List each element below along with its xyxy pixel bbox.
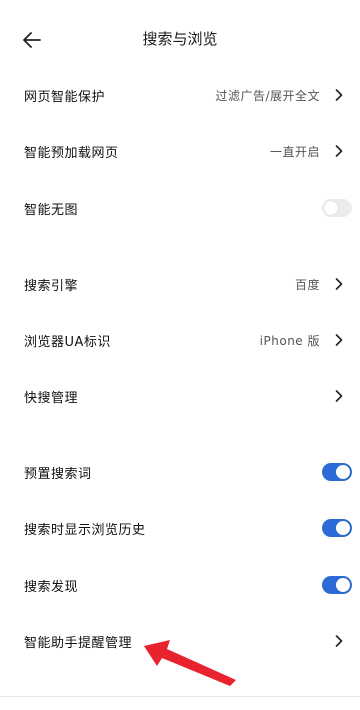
row-no-image: 智能无图	[0, 180, 360, 236]
toggle-knob	[336, 465, 350, 479]
chevron-right-icon	[332, 277, 346, 291]
divider	[0, 696, 360, 697]
row-value: 一直开启	[269, 144, 320, 159]
preset-words-toggle[interactable]	[322, 463, 352, 481]
row-label: 智能无图	[24, 202, 79, 218]
row-quick-search[interactable]: 快搜管理	[0, 368, 360, 424]
page-title: 搜索与浏览	[142, 30, 218, 48]
row-browser-ua[interactable]: 浏览器UA标识 iPhone 版	[0, 312, 360, 368]
row-discover: 搜索发现	[0, 557, 360, 613]
annotation-arrow-icon	[144, 640, 236, 686]
row-value: 百度	[294, 277, 320, 292]
chevron-right-icon	[332, 333, 346, 347]
row-label: 智能助手提醒管理	[24, 635, 133, 651]
chevron-right-icon	[332, 389, 346, 403]
row-label: 搜索发现	[24, 579, 79, 595]
header: 搜索与浏览	[0, 0, 360, 76]
row-label: 预置搜索词	[24, 466, 92, 482]
chevron-right-icon	[332, 144, 346, 158]
row-label: 浏览器UA标识	[24, 334, 111, 350]
row-value: 过滤广告/展开全文	[215, 88, 320, 103]
row-value: iPhone 版	[259, 333, 320, 348]
chevron-right-icon	[332, 634, 346, 648]
toggle-knob	[336, 578, 350, 592]
row-label: 智能预加载网页	[24, 145, 119, 161]
row-show-history: 搜索时显示浏览历史	[0, 500, 360, 556]
discover-toggle[interactable]	[322, 576, 352, 594]
row-label: 搜索时显示浏览历史	[24, 522, 146, 538]
row-label: 搜索引擎	[24, 278, 79, 294]
row-search-engine[interactable]: 搜索引擎 百度	[0, 256, 360, 312]
show-history-toggle[interactable]	[322, 519, 352, 537]
row-label: 网页智能保护	[24, 89, 106, 105]
chevron-right-icon	[332, 88, 346, 102]
row-preload[interactable]: 智能预加载网页 一直开启	[0, 123, 360, 179]
no-image-toggle[interactable]	[322, 199, 352, 217]
toggle-knob	[324, 201, 338, 215]
row-label: 快搜管理	[24, 390, 79, 406]
row-preset-words: 预置搜索词	[0, 444, 360, 500]
toggle-knob	[336, 521, 350, 535]
row-web-protection[interactable]: 网页智能保护 过滤广告/展开全文	[0, 67, 360, 123]
